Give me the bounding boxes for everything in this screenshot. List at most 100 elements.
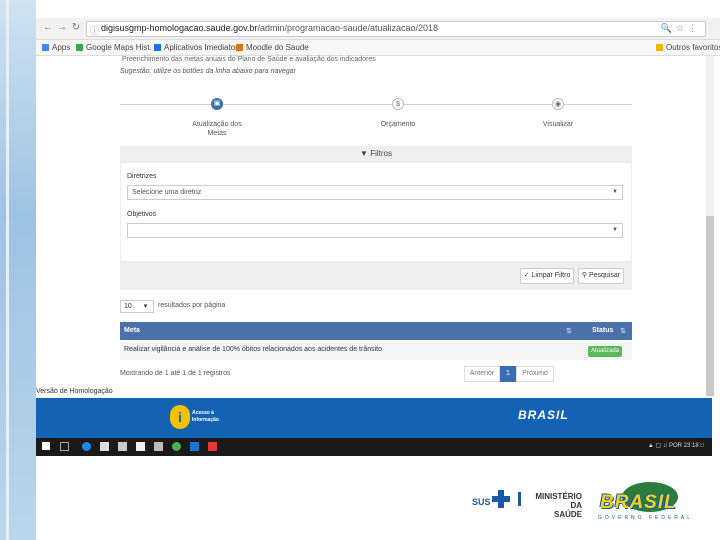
- brasil-subtitle: GOVERNO FEDERAL: [598, 515, 694, 521]
- url-host: digisusgmp-homologacao.saude.gov.br: [101, 23, 258, 33]
- eye-icon[interactable]: ◉: [552, 98, 564, 110]
- filters-header[interactable]: ▼ Filtros: [120, 146, 632, 162]
- browser-address-bar: ← → ↻ ⓘ digisusgmp-homologacao.saude.gov…: [36, 18, 720, 40]
- info-access-icon[interactable]: i: [170, 405, 190, 429]
- powerpoint-icon[interactable]: [208, 442, 217, 451]
- diretrizes-value: Selecione uma diretriz: [132, 189, 202, 196]
- sus-cross-icon: [492, 490, 510, 508]
- tray-clock: POR 23:18: [669, 443, 699, 449]
- info-access-text[interactable]: Acesso à Informação: [192, 410, 219, 424]
- government-logos: SUS MINISTÉRIO DA SAÚDE BRASIL GOVERNO FE…: [470, 478, 710, 526]
- table-header: Meta ⇅ Status ⇅: [120, 322, 632, 340]
- bookmark-label: Google Maps Hist.: [86, 43, 152, 52]
- scrollbar-thumb[interactable]: [706, 216, 714, 396]
- clear-filter-label: Limpar Filtro: [531, 272, 571, 279]
- star-icon[interactable]: ☆: [676, 23, 688, 33]
- pagination-prev[interactable]: Anterior: [464, 366, 500, 382]
- filters-body: Diretrizes Selecione uma diretriz ▼ Obje…: [120, 162, 632, 262]
- eraser-icon: ✓: [523, 272, 530, 279]
- navigation-hint: Sugestão: utilize os botões da linha aba…: [120, 68, 296, 75]
- web-page: Preenchimento das metas anuais do Plano …: [36, 56, 720, 398]
- top-text: Preenchimento das metas anuais do Plano …: [122, 56, 376, 63]
- apps-icon: [42, 44, 49, 51]
- pagination-next[interactable]: Próximo: [516, 366, 554, 382]
- chrome-icon[interactable]: [172, 442, 181, 451]
- file-explorer-icon[interactable]: [100, 442, 109, 451]
- info-label-2: Informação: [192, 417, 219, 423]
- site-footer: i Acesso à Informação BRASIL: [36, 398, 712, 438]
- bookmark-label: Apps: [52, 43, 71, 52]
- moodle-icon: [236, 44, 243, 51]
- ministerio-line-2: SAÚDE: [553, 510, 582, 519]
- windows-taskbar: ▲ ▢ ♫ POR 23:18 □: [36, 438, 712, 456]
- info-icon: ⓘ: [90, 26, 100, 36]
- forward-arrow-icon[interactable]: →: [56, 22, 68, 34]
- filters-actions: ✓ Limpar Filtro ⚲ Pesquisar: [120, 262, 632, 290]
- column-status[interactable]: Status: [592, 327, 613, 334]
- folder-icon: [656, 44, 663, 51]
- showing-info: Mostrando de 1 até 1 de 1 registros: [120, 370, 231, 377]
- bookmark-outros[interactable]: Outros favoritos: [656, 43, 720, 52]
- url-path: /admin/programacao-saude/atualizacao/201…: [257, 23, 439, 33]
- per-page-value: 10: [124, 303, 132, 310]
- bookmark-apps[interactable]: Apps: [42, 43, 70, 52]
- url-actions: 🔍☆⋮: [661, 23, 701, 34]
- calendar-icon[interactable]: ▣: [211, 98, 223, 110]
- search-button-label: Pesquisar: [588, 272, 621, 279]
- back-arrow-icon[interactable]: ←: [42, 22, 54, 34]
- maps-icon: [76, 44, 83, 51]
- step-label-orcamento[interactable]: Orçamento: [363, 120, 433, 129]
- sort-icon[interactable]: ⇅: [620, 327, 626, 335]
- filter-icon: ▼: [360, 149, 368, 158]
- column-meta[interactable]: Meta: [124, 327, 140, 334]
- bookmark-aplicativos[interactable]: Aplicativos Imediatos: [154, 43, 239, 52]
- menu-icon[interactable]: ⋮: [688, 23, 701, 33]
- diretrizes-label: Diretrizes: [127, 173, 157, 180]
- play-icon: [154, 44, 161, 51]
- ministerio-line-1: MINISTÉRIO DA: [535, 492, 582, 510]
- clear-filter-button[interactable]: ✓ Limpar Filtro: [520, 268, 574, 284]
- network-icon: ▲ ▢ ♫: [647, 443, 668, 449]
- bookmark-label: Moodle do Saude: [246, 43, 309, 52]
- dollar-icon[interactable]: $: [392, 98, 404, 110]
- brasil-logo-small[interactable]: BRASIL: [518, 408, 569, 422]
- windows-start-icon[interactable]: [42, 442, 50, 450]
- reload-icon[interactable]: ↻: [70, 22, 82, 34]
- word-icon[interactable]: [190, 442, 199, 451]
- homolog-label: Versão de Homologação: [36, 388, 113, 395]
- bookmark-moodle[interactable]: Moodle do Saude: [236, 43, 309, 52]
- filters-title: Filtros: [370, 149, 392, 158]
- bookmark-maps[interactable]: Google Maps Hist.: [76, 43, 152, 52]
- caret-down-icon: ▼: [612, 189, 618, 195]
- screenshot-frame: ← → ↻ ⓘ digisusgmp-homologacao.saude.gov…: [36, 18, 720, 458]
- info-label-1: Acesso à: [192, 410, 214, 416]
- objetivos-select[interactable]: ▼: [127, 223, 623, 238]
- bookmarks-bar: Apps Google Maps Hist. Aplicativos Imedi…: [36, 40, 720, 56]
- task-view-icon[interactable]: [60, 442, 69, 451]
- url-text: digisusgmp-homologacao.saude.gov.br/admi…: [101, 23, 438, 33]
- system-tray[interactable]: ▲ ▢ ♫ POR 23:18 □: [648, 442, 704, 449]
- url-field[interactable]: ⓘ digisusgmp-homologacao.saude.gov.br/ad…: [86, 21, 706, 37]
- step-label-metas[interactable]: Atualização dos Metas: [182, 120, 252, 138]
- ministerio-text: MINISTÉRIO DA SAÚDE: [522, 492, 582, 519]
- brasil-logo: BRASIL GOVERNO FEDERAL: [594, 482, 704, 522]
- brasil-word: BRASIL: [600, 492, 677, 513]
- store-icon[interactable]: [118, 442, 127, 451]
- diretrizes-select[interactable]: Selecione uma diretriz ▼: [127, 185, 623, 200]
- table-row[interactable]: Realizar vigilância e análise de 100% ób…: [120, 342, 632, 360]
- search-button[interactable]: ⚲ Pesquisar: [578, 268, 624, 284]
- app-icon[interactable]: [154, 442, 163, 451]
- sort-icon[interactable]: ⇅: [566, 327, 572, 335]
- notification-icon: □: [700, 443, 704, 449]
- status-badge: Atualizada: [588, 346, 622, 357]
- pagination-current[interactable]: 1: [500, 366, 516, 382]
- search-icon: ⚲: [581, 272, 588, 279]
- step-label-visualizar[interactable]: Visualizar: [523, 120, 593, 129]
- bookmark-label: Outros favoritos: [666, 43, 720, 52]
- bookmark-label: Aplicativos Imediatos: [164, 43, 240, 52]
- edge-icon[interactable]: [82, 442, 91, 451]
- zoom-icon[interactable]: 🔍: [661, 23, 676, 33]
- per-page-label: resultados por página: [158, 302, 226, 309]
- per-page-select[interactable]: 10 ▾: [120, 300, 154, 313]
- mail-icon[interactable]: [136, 442, 145, 451]
